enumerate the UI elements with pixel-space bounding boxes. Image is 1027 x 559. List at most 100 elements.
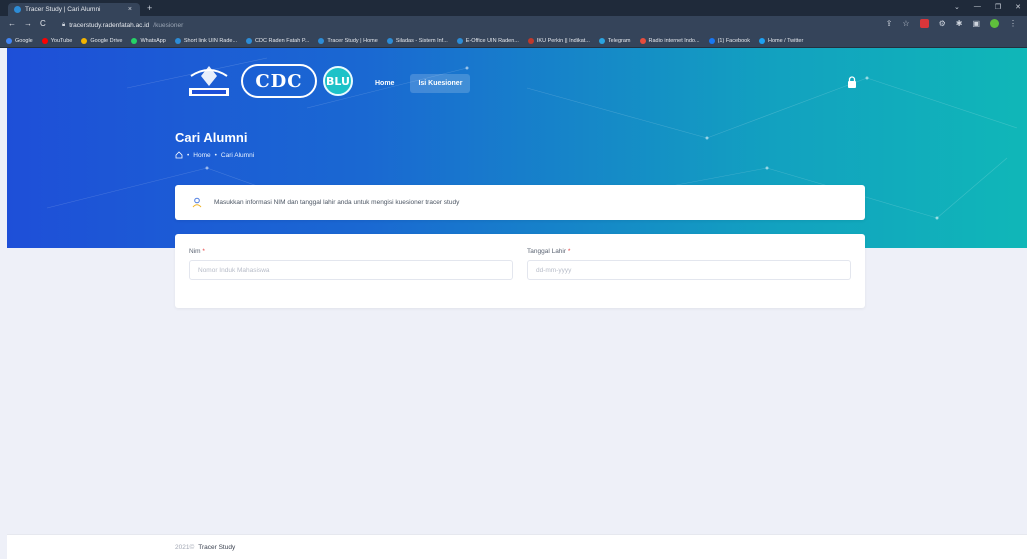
info-text: Masukkan informasi NIM dan tanggal lahir… [214, 199, 460, 206]
bookmark-star-icon[interactable]: ☆ [902, 19, 909, 28]
bookmark-label: Tracer Study | Home [327, 37, 378, 44]
tab-close-icon[interactable]: × [128, 6, 132, 13]
nim-field: Nim * Nomor Induk Mahasiswa [189, 248, 513, 280]
bookmark-favicon-icon [131, 37, 138, 44]
bookmark-favicon-icon [386, 37, 393, 44]
footer: 2021© Tracer Study [7, 534, 1027, 559]
footer-link[interactable]: Tracer Study [198, 544, 235, 551]
url-host: tracerstudy.radenfatah.ac.id [69, 21, 150, 29]
forward-icon[interactable]: → [24, 19, 32, 28]
bookmark-favicon-icon [598, 37, 605, 44]
browser-tab[interactable]: Tracer Study | Cari Alumni × [8, 3, 140, 16]
bookmark-favicon-icon [174, 37, 181, 44]
page-title: Cari Alumni [175, 130, 248, 145]
bookmark-favicon-icon [708, 37, 715, 44]
cdc-logo[interactable]: CDC [241, 64, 317, 98]
bookmark-favicon-icon [456, 37, 463, 44]
bookmark-item[interactable]: E-Office UIN Raden... [456, 37, 519, 44]
bookmark-label: Radio internet Indo... [648, 37, 700, 44]
breadcrumb-home[interactable]: Home [193, 152, 210, 159]
nim-input[interactable]: Nomor Induk Mahasiswa [189, 260, 513, 280]
login-lock-icon[interactable] [847, 76, 857, 88]
user-info-icon [192, 197, 202, 208]
profile-avatar-icon[interactable] [990, 19, 999, 28]
tab-favicon-icon [14, 6, 21, 13]
url-input[interactable]: 🔒︎ tracerstudy.radenfatah.ac.id/kuesione… [62, 19, 882, 31]
page: CDC BLU Home Isi Kuesioner Cari Alumni •… [7, 48, 1027, 559]
tab-title: Tracer Study | Cari Alumni [25, 6, 101, 13]
bookmark-label: YouTube [50, 37, 73, 44]
bookmark-item[interactable]: Short link UIN Rade... [174, 37, 238, 44]
home-icon[interactable] [175, 151, 183, 159]
bookmark-favicon-icon [758, 37, 765, 44]
sidepanel-icon[interactable]: ▣ [972, 19, 980, 28]
extension-icon[interactable] [919, 19, 929, 28]
bookmark-item[interactable]: CDC Raden Fatah P... [246, 37, 310, 44]
bookmark-favicon-icon [41, 37, 48, 44]
bookmark-item[interactable]: Home / Twitter [758, 37, 804, 44]
extensions-puzzle-icon[interactable]: ✱ [956, 19, 963, 28]
uin-logo[interactable] [183, 62, 235, 100]
nav-kuesioner-link[interactable]: Isi Kuesioner [410, 74, 471, 93]
info-alert: Masukkan informasi NIM dan tanggal lahir… [175, 185, 865, 220]
bookmark-label: (1) Facebook [717, 37, 750, 44]
bookmark-favicon-icon [246, 37, 253, 44]
bookmark-label: E-Office UIN Raden... [465, 37, 519, 44]
toolbar-icons: ⇪ ☆ ⚙ ✱ ▣ ⋮ [886, 19, 1017, 28]
bookmark-label: Home / Twitter [767, 37, 804, 44]
new-tab-button[interactable]: + [147, 3, 152, 13]
tanggal-lahir-label: Tanggal Lahir * [527, 248, 571, 255]
blu-logo[interactable]: BLU [323, 66, 353, 96]
bookmark-item[interactable]: Google [6, 37, 33, 44]
nim-label: Nim * [189, 248, 205, 255]
tab-search-icon[interactable]: ⌄ [954, 3, 960, 11]
bookmark-favicon-icon [527, 37, 534, 44]
bookmark-item[interactable]: Siladas - Sistem Inf... [386, 37, 448, 44]
bookmark-item[interactable]: YouTube [41, 37, 73, 44]
brand-logos: CDC BLU [183, 62, 353, 100]
bookmark-label: IKU Perkin || Indikat... [536, 37, 590, 44]
breadcrumb-separator: • [214, 151, 217, 159]
bookmark-label: Short link UIN Rade... [183, 37, 238, 44]
minimize-icon[interactable]: — [974, 3, 981, 11]
bookmark-label: CDC Raden Fatah P... [255, 37, 310, 44]
restore-icon[interactable]: ❐ [995, 3, 1001, 11]
back-icon[interactable]: ← [8, 19, 16, 28]
breadcrumb-separator: • [187, 151, 190, 159]
url-path: /kuesioner [153, 21, 184, 29]
bookmark-favicon-icon [81, 37, 88, 44]
bookmark-item[interactable]: IKU Perkin || Indikat... [527, 37, 590, 44]
browser-menu-icon[interactable]: ⋮ [1009, 19, 1017, 28]
share-icon[interactable]: ⇪ [886, 19, 893, 28]
tanggal-lahir-input[interactable]: dd-mm-yyyy [527, 260, 851, 280]
bookmark-item[interactable]: Radio internet Indo... [639, 37, 700, 44]
footer-year: 2021© [175, 544, 195, 551]
bookmark-label: Siladas - Sistem Inf... [395, 37, 448, 44]
bookmark-item[interactable]: Google Drive [81, 37, 123, 44]
breadcrumb: • Home • Cari Alumni [175, 151, 254, 159]
bookmark-favicon-icon [639, 37, 646, 44]
bookmark-item[interactable]: WhatsApp [131, 37, 166, 44]
bookmark-label: WhatsApp [140, 37, 166, 44]
bookmark-item[interactable]: Telegram [598, 37, 631, 44]
bookmark-label: Google Drive [90, 37, 123, 44]
window-controls: ⌄ — ❐ ✕ [954, 3, 1021, 11]
tanggal-lahir-field: Tanggal Lahir * dd-mm-yyyy [527, 248, 851, 280]
extension-gear-icon[interactable]: ⚙ [939, 19, 946, 28]
bookmarks-bar: Google YouTube Google Drive WhatsApp Short l… [0, 34, 1027, 48]
window-close-icon[interactable]: ✕ [1015, 3, 1021, 11]
bookmark-label: Google [15, 37, 33, 44]
bookmark-item[interactable]: Tracer Study | Home [318, 37, 378, 44]
secure-lock-icon: 🔒︎ [62, 21, 66, 28]
nav-home-link[interactable]: Home [367, 74, 402, 93]
bookmark-item[interactable]: (1) Facebook [708, 37, 750, 44]
breadcrumb-current: Cari Alumni [220, 151, 255, 159]
main-nav: Home Isi Kuesioner [367, 74, 471, 93]
reload-icon[interactable]: C [40, 19, 46, 28]
bookmark-favicon-icon [6, 37, 12, 44]
address-bar-row: ← → C 🔒︎ tracerstudy.radenfatah.ac.id/ku… [0, 16, 1027, 34]
browser-tab-bar: Tracer Study | Cari Alumni × + ⌄ — ❐ ✕ [0, 0, 1027, 16]
bookmark-label: Telegram [607, 37, 631, 44]
search-alumni-form: Nim * Nomor Induk Mahasiswa Tanggal Lahi… [175, 234, 865, 308]
bookmark-favicon-icon [318, 37, 325, 44]
